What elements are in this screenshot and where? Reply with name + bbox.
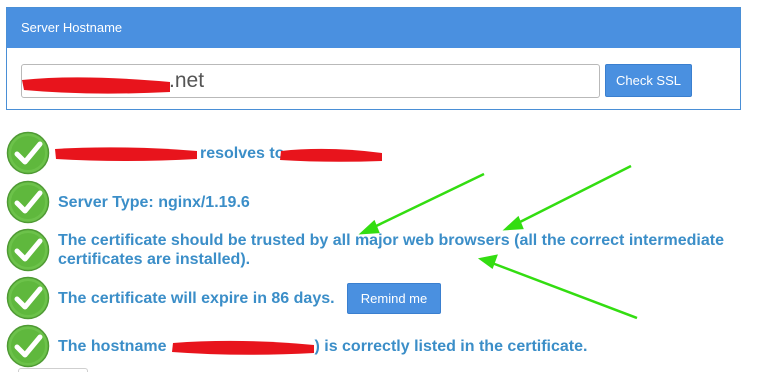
result-expiry: The certificate will expire in 86 days.	[6, 276, 335, 320]
next-row-edge	[18, 368, 88, 372]
resolves-text: resolves to	[200, 144, 285, 162]
trusted-text: The certificate should be trusted by all…	[58, 231, 724, 269]
trusted-line-1: The certificate should be trusted by all…	[58, 232, 724, 249]
panel-title: Server Hostname	[7, 8, 740, 48]
result-server-type: Server Type: nginx/1.19.6	[6, 180, 250, 224]
arrow-line	[371, 172, 485, 230]
redaction-mark	[55, 147, 197, 161]
server-type-text: Server Type: nginx/1.19.6	[58, 193, 250, 211]
check-circle-icon	[6, 131, 50, 175]
trusted-line-2: certificates are installed).	[58, 251, 251, 268]
redaction-mark	[22, 77, 170, 94]
check-ssl-button[interactable]: Check SSL	[605, 64, 692, 97]
hostname-prefix-text: The hostname	[58, 337, 167, 355]
arrow-line	[515, 164, 632, 226]
expiry-text: The certificate will expire in 86 days.	[58, 289, 335, 307]
check-circle-icon	[6, 180, 50, 224]
remind-me-button[interactable]: Remind me	[347, 283, 441, 314]
redaction-mark	[172, 340, 314, 355]
check-circle-icon	[6, 276, 50, 320]
check-circle-icon	[6, 324, 50, 368]
redaction-mark	[280, 148, 382, 162]
hostname-suffix-text: ) is correctly listed in the certificate…	[314, 337, 588, 355]
check-circle-icon	[6, 228, 50, 272]
result-trusted: The certificate should be trusted by all…	[6, 228, 724, 272]
